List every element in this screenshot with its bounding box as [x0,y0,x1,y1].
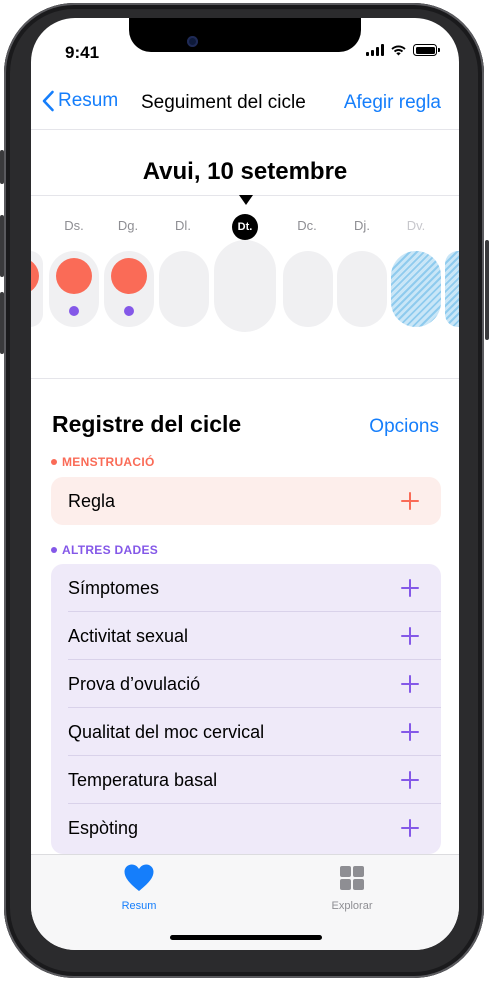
other-category-text: ALTRES DADES [62,543,159,557]
period-row[interactable]: Regla [51,477,441,525]
day-label-fri: Dv. [406,218,426,233]
cellular-signal-icon [366,44,384,56]
date-header: Avui, 10 setembre [31,130,459,196]
tab-summary[interactable]: Resum [99,863,179,912]
period-category-label: MENSTRUACIÓ [51,455,155,469]
today-marker-icon [239,195,253,205]
sexual-activity-label: Activitat sexual [68,625,189,646]
period-dot [111,258,147,294]
home-indicator[interactable] [170,935,322,940]
tab-summary-label: Resum [121,900,157,912]
plus-icon[interactable] [399,769,421,791]
cycle-log-title: Registre del cicle [52,411,242,437]
symptoms-row[interactable]: Símptomes [51,564,441,612]
cervical-mucus-label: Qualitat del moc cervical [68,721,265,742]
ovulation-test-row[interactable]: Prova d’ovulació [51,660,441,708]
navigation-bar: Resum Seguiment del cicle Afegir regla [31,86,459,126]
camera [187,36,198,47]
side-button [485,240,489,340]
battery-icon [413,44,440,56]
sexual-activity-row[interactable]: Activitat sexual [51,612,441,660]
add-period-button[interactable]: Afegir regla [344,92,441,114]
period-category-dot [51,458,57,465]
symptoms-label: Símptomes [68,577,160,598]
volume-down-button [0,292,4,354]
tab-explore-label: Explorar [331,900,373,912]
wifi-icon [391,45,406,56]
day-label-thu: Dj. [354,218,370,233]
basal-temperature-label: Temperatura basal [68,769,218,790]
day-pill-fri-predicted[interactable] [391,251,441,327]
day-label-sun: Dg. [117,218,139,233]
day-pill-today[interactable] [214,240,276,332]
other-category-label: ALTRES DADES [51,543,158,557]
cervical-mucus-row[interactable]: Qualitat del moc cervical [51,708,441,756]
plus-icon[interactable] [399,490,421,512]
other-data-dot [69,306,79,316]
day-pill-mon[interactable] [159,251,209,327]
mute-switch [0,150,4,184]
plus-icon[interactable] [399,721,421,743]
day-pill-next-predicted[interactable] [445,251,459,327]
period-dot [31,258,39,294]
day-label-sat: Ds. [64,218,84,233]
plus-icon[interactable] [399,625,421,647]
day-label-wed: Dc. [297,218,317,233]
status-time: 9:41 [65,43,100,62]
period-dot [56,258,92,294]
other-data-card: Símptomes Activitat sexual Prova d’ovula… [51,564,441,854]
volume-up-button [0,215,4,277]
period-category-text: MENSTRUACIÓ [62,455,155,469]
today-badge: Dt. [232,214,258,240]
day-pill-sat[interactable] [49,251,99,327]
heart-icon [124,864,154,891]
chevron-left-icon [42,90,54,112]
back-button-label: Resum [58,90,119,111]
screen: 9:41 Resum Seguiment del cicle Afegir re… [31,18,459,950]
spotting-label: Espòting [68,817,139,838]
options-button[interactable]: Opcions [369,416,439,438]
section-divider [31,378,459,379]
tab-explore[interactable]: Explorar [312,863,392,912]
other-category-dot [51,546,57,553]
back-button[interactable]: Resum [41,90,118,112]
plus-icon[interactable] [399,577,421,599]
plus-icon[interactable] [399,673,421,695]
date-title: Avui, 10 setembre [142,158,348,185]
period-row-label: Regla [68,490,116,511]
day-pill-thu[interactable] [337,251,387,327]
day-pill-previous[interactable] [31,251,43,327]
ovulation-test-label: Prova d’ovulació [68,673,201,694]
other-data-dot [124,306,134,316]
nav-title: Seguiment del cicle [141,92,306,113]
grid-icon [340,866,364,890]
notch [129,18,361,52]
period-card: Regla [51,477,441,525]
day-label-mon: Dl. [175,218,191,233]
spotting-row[interactable]: Espòting [51,804,441,852]
day-pill-sun[interactable] [104,251,154,327]
day-pill-wed[interactable] [283,251,333,327]
plus-icon[interactable] [399,817,421,839]
basal-temperature-row[interactable]: Temperatura basal [51,756,441,804]
status-icons [366,44,440,56]
